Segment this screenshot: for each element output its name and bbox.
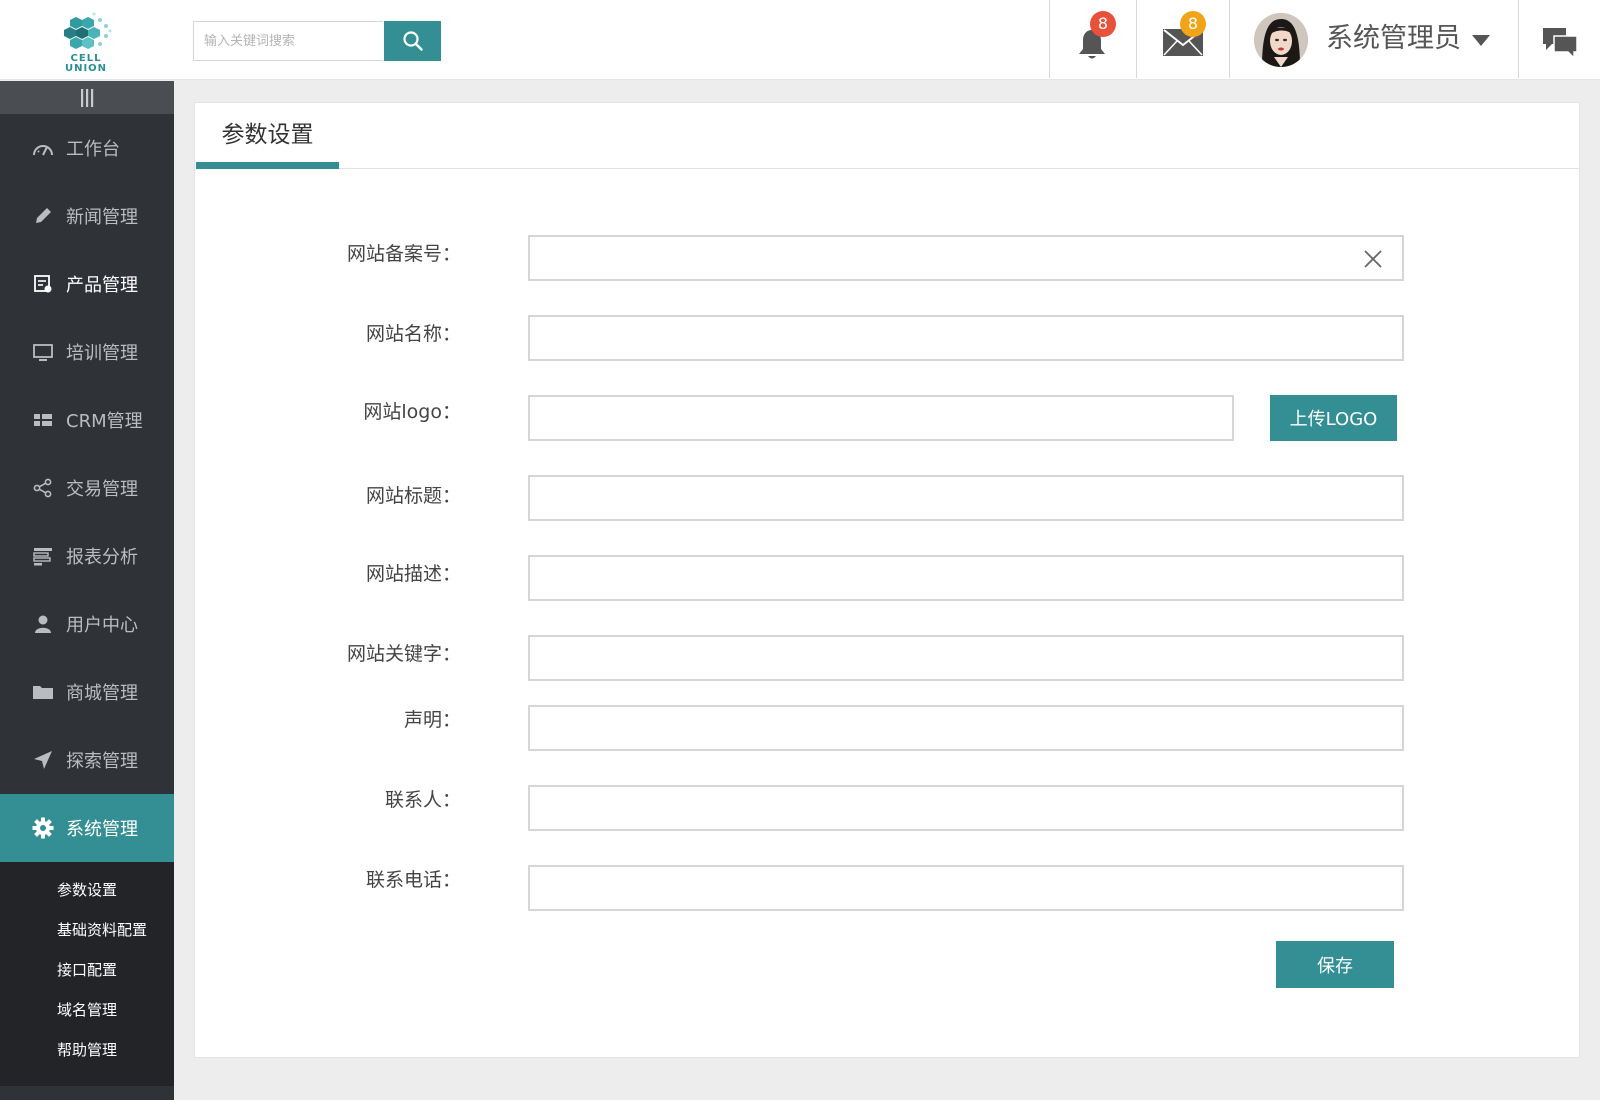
- sidebar-collapse-toggle[interactable]: [0, 81, 174, 114]
- sidebar-item-user-center[interactable]: 用户中心: [0, 590, 174, 658]
- gauge-icon: [32, 137, 54, 159]
- search-button[interactable]: [384, 21, 441, 61]
- sidebar-item-label: 探索管理: [66, 751, 138, 772]
- sidebar-item-mall[interactable]: 商城管理: [0, 658, 174, 726]
- notifications-badge: 8: [1090, 11, 1116, 37]
- avatar-portrait-icon: [1254, 13, 1308, 67]
- site-name-label: 网站名称：: [365, 323, 461, 345]
- navigation-icon: [32, 749, 54, 771]
- brand-logo[interactable]: CELL UNION: [56, 10, 116, 74]
- sidebar-item-workbench[interactable]: 工作台: [0, 114, 174, 182]
- site-logo-label: 网站logo：: [363, 401, 461, 423]
- submenu-item-domains[interactable]: 域名管理: [0, 990, 174, 1030]
- sidebar-item-training[interactable]: 培训管理: [0, 318, 174, 386]
- username-label[interactable]: 系统管理员: [1326, 20, 1461, 58]
- site-description-field[interactable]: [528, 555, 1404, 601]
- report-icon: [32, 545, 54, 567]
- submenu-item-help[interactable]: 帮助管理: [0, 1030, 174, 1070]
- site-name-field[interactable]: [528, 315, 1404, 361]
- search-icon: [402, 31, 423, 51]
- system-submenu: 参数设置 基础资料配置 接口配置 域名管理 帮助管理: [0, 862, 174, 1086]
- sidebar-item-crm[interactable]: CRM管理: [0, 386, 174, 454]
- contact-phone-label: 联系电话：: [365, 869, 461, 891]
- gear-icon: [32, 817, 54, 839]
- clear-icon[interactable]: [1363, 249, 1383, 273]
- sidebar-item-label: 系统管理: [66, 819, 138, 840]
- chat-button[interactable]: [1542, 26, 1578, 64]
- notifications-button[interactable]: 8: [1076, 11, 1116, 65]
- header-divider: [1229, 0, 1230, 78]
- user-menu-caret-icon[interactable]: [1472, 35, 1490, 46]
- tab-parameters[interactable]: 参数设置: [196, 103, 339, 169]
- sidebar-item-label: CRM管理: [66, 411, 143, 432]
- contact-phone-field[interactable]: [528, 865, 1404, 911]
- sidebar-item-label: 交易管理: [66, 479, 138, 500]
- save-button[interactable]: 保存: [1276, 941, 1394, 988]
- site-title-label: 网站标题：: [365, 485, 461, 507]
- submenu-item-parameters[interactable]: 参数设置: [0, 870, 174, 910]
- submenu-item-basic-data[interactable]: 基础资料配置: [0, 910, 174, 950]
- monitor-icon: [32, 341, 54, 363]
- sidebar-item-system[interactable]: 系统管理: [0, 794, 174, 862]
- share-icon: [32, 477, 54, 499]
- sidebar-item-label: 用户中心: [66, 615, 138, 636]
- sidebar: 工作台 新闻管理 产品管理 培训管理 CRM管理 交易管理 报表分析 用户中心 …: [0, 81, 174, 1100]
- submenu-item-api-config[interactable]: 接口配置: [0, 950, 174, 990]
- site-description-label: 网站描述：: [365, 563, 461, 585]
- sidebar-item-reports[interactable]: 报表分析: [0, 522, 174, 590]
- statement-label: 声明：: [403, 709, 461, 731]
- product-list-icon: [32, 273, 54, 295]
- pencil-icon: [32, 205, 54, 227]
- messages-badge: 8: [1180, 11, 1206, 37]
- vertical-bars-icon: [81, 88, 94, 107]
- icp-label: 网站备案号：: [346, 243, 461, 265]
- statement-field[interactable]: [528, 705, 1404, 751]
- upload-logo-button[interactable]: 上传LOGO: [1270, 395, 1397, 441]
- messages-button[interactable]: 8: [1162, 11, 1206, 61]
- user-avatar[interactable]: [1254, 13, 1308, 67]
- sidebar-item-label: 产品管理: [66, 275, 138, 296]
- header-divider: [1136, 0, 1137, 78]
- logo-text-line2: UNION: [64, 63, 108, 74]
- contact-person-field[interactable]: [528, 785, 1404, 831]
- top-header: CELL UNION 8 8: [0, 0, 1600, 80]
- hexagon-logo-icon: [64, 12, 112, 49]
- user-icon: [32, 613, 54, 635]
- sidebar-item-label: 新闻管理: [66, 207, 138, 228]
- sidebar-item-label: 报表分析: [66, 547, 138, 568]
- sidebar-item-trading[interactable]: 交易管理: [0, 454, 174, 522]
- site-keywords-field[interactable]: [528, 635, 1404, 681]
- header-divider: [1049, 0, 1050, 78]
- chat-bubbles-icon: [1543, 28, 1578, 60]
- contact-person-label: 联系人：: [384, 789, 461, 811]
- settings-panel: 参数设置 网站备案号： 网站名称： 网站logo： 上传LOGO 网站标题： 网…: [194, 102, 1580, 1058]
- icp-field[interactable]: [528, 235, 1404, 281]
- sidebar-item-label: 工作台: [66, 139, 120, 160]
- search-input[interactable]: [193, 21, 383, 61]
- grid-icon: [32, 409, 54, 431]
- sidebar-item-news[interactable]: 新闻管理: [0, 182, 174, 250]
- folder-icon: [32, 681, 54, 703]
- header-divider: [1518, 0, 1519, 78]
- sidebar-item-explore[interactable]: 探索管理: [0, 726, 174, 794]
- sidebar-item-label: 商城管理: [66, 683, 138, 704]
- sidebar-item-products[interactable]: 产品管理: [0, 250, 174, 318]
- site-keywords-label: 网站关键字：: [346, 643, 461, 665]
- site-title-field[interactable]: [528, 475, 1404, 521]
- site-logo-field[interactable]: [528, 395, 1234, 441]
- panel-tab-bar: 参数设置: [196, 103, 1580, 169]
- sidebar-item-label: 培训管理: [66, 343, 138, 364]
